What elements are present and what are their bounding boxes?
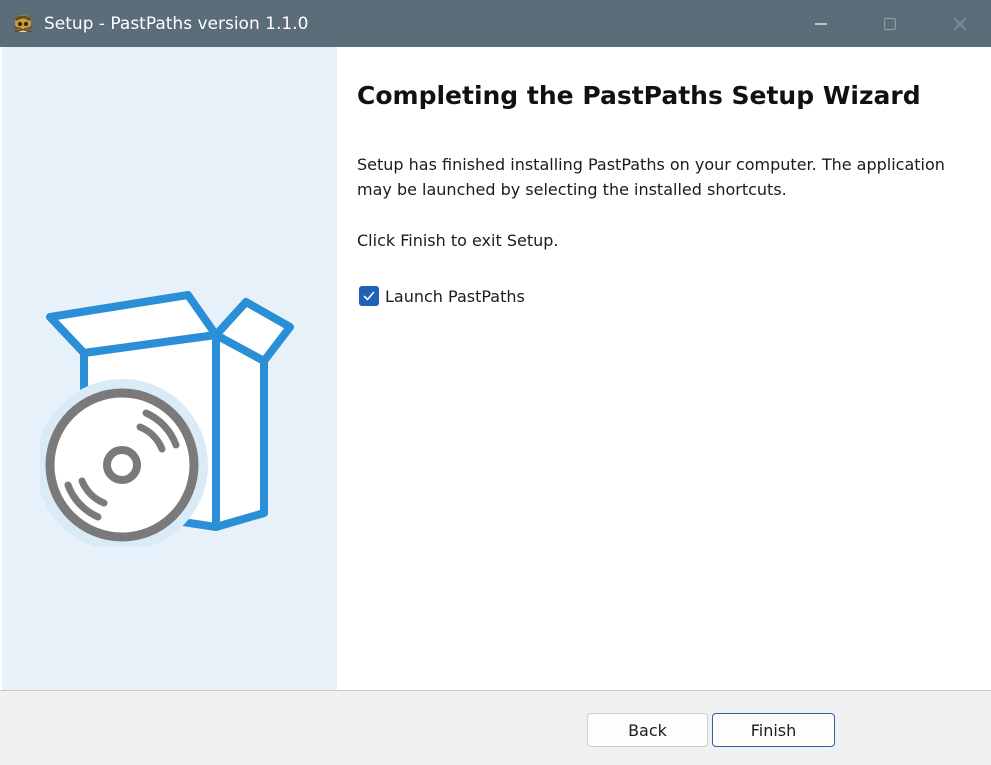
window-title: Setup - PastPaths version 1.1.0 [44,14,309,34]
close-icon [953,17,967,30]
setup-window: Setup - PastPaths version 1.1.0 Completi… [0,0,991,765]
minimize-button[interactable] [786,0,856,47]
minimize-icon [815,22,827,25]
page-title: Completing the PastPaths Setup Wizard [357,81,921,110]
maximize-button[interactable] [855,0,925,47]
back-button[interactable]: Back [587,713,708,747]
finish-button[interactable]: Finish [712,713,835,747]
checkmark-icon [363,291,375,301]
finish-instruction: Click Finish to exit Setup. [357,231,559,250]
completion-message: Setup has finished installing PastPaths … [357,155,945,199]
launch-checkbox-label[interactable]: Launch PastPaths [385,287,525,306]
close-button[interactable] [925,0,991,47]
title-bar[interactable]: Setup - PastPaths version 1.1.0 [0,0,991,47]
launch-checkbox[interactable] [359,286,379,306]
wizard-footer: Back Finish [0,690,991,765]
launch-checkbox-row[interactable]: Launch PastPaths [359,285,525,307]
maximize-icon [883,17,897,30]
software-box-with-disc-icon [40,291,294,547]
pastpaths-skull-icon [13,15,33,33]
wizard-banner [2,47,337,690]
